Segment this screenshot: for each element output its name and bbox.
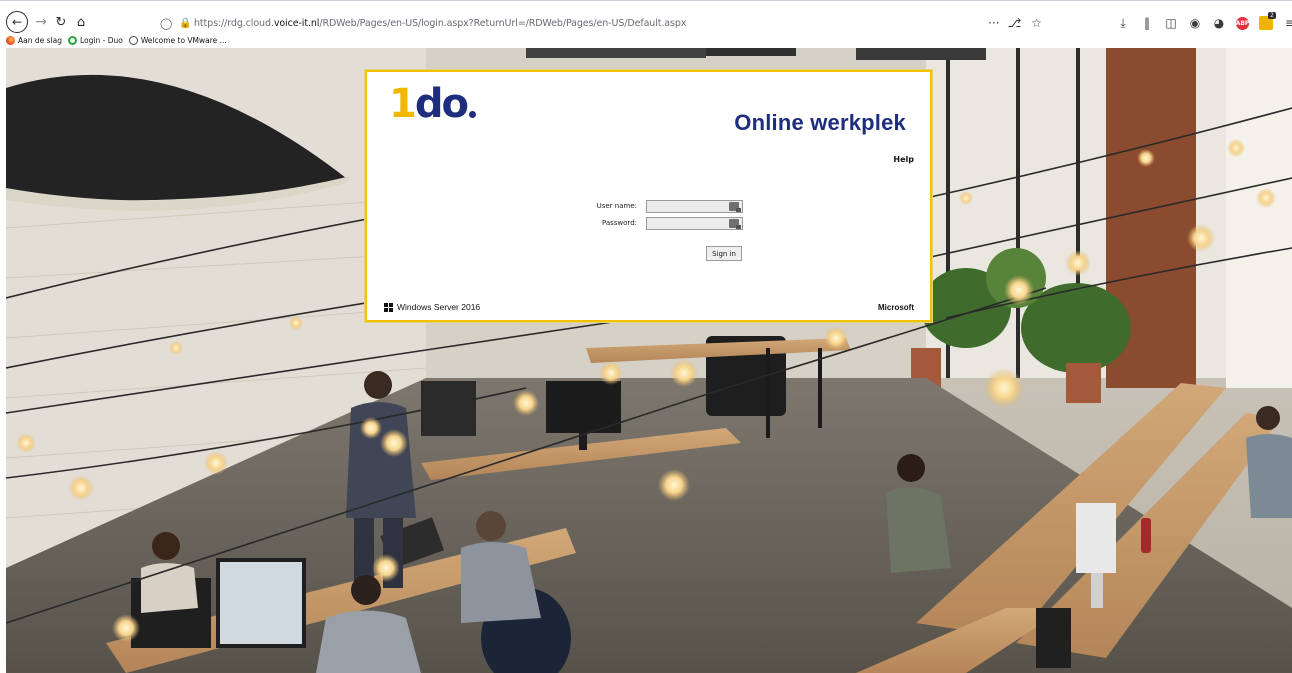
tracking-shield-icon[interactable]: ◯ <box>160 17 172 30</box>
back-arrow-icon[interactable]: ← <box>6 11 28 33</box>
menu-icon[interactable]: ≡ <box>1283 16 1292 30</box>
firefox-favicon-icon <box>6 36 15 45</box>
keyboard-icon <box>729 202 741 212</box>
duo-favicon-icon <box>67 36 77 45</box>
username-row: User name: <box>367 200 930 214</box>
microsoft-brand: Microsoft <box>878 303 914 312</box>
address-bar[interactable]: ◯ 🔒 https://rdg.cloud.voice-it.nl/RDWeb/… <box>160 14 1050 32</box>
windows-logo-icon <box>384 302 393 312</box>
account-icon[interactable]: ◉ <box>1188 16 1202 30</box>
browser-toolbar: ← → ↻ ⌂ ◯ 🔒 https://rdg.cloud.voice-it.n… <box>0 0 1292 34</box>
product-name: Windows Server 2016 <box>397 302 481 312</box>
adblock-icon[interactable]: ABP <box>1236 16 1249 30</box>
firefox-icon[interactable]: ◕ <box>1212 16 1226 30</box>
page-content: 1 do Online werkplek Help User name: Pass… <box>6 48 1292 673</box>
company-logo: 1 do <box>389 84 476 124</box>
page-actions-icon[interactable]: ··· <box>988 16 999 30</box>
home-icon[interactable]: ⌂ <box>73 12 89 32</box>
url-actions: ··· ⎇ ☆ <box>988 14 1043 32</box>
keyboard-icon <box>729 219 741 229</box>
sidebar-icon[interactable]: ◫ <box>1164 16 1178 30</box>
bookmark-vmware[interactable]: Welcome to VMware ... <box>128 36 227 45</box>
portal-title: Online werkplek <box>734 110 906 135</box>
login-panel: 1 do Online werkplek Help User name: Pass… <box>365 70 932 322</box>
sign-in-button[interactable]: Sign in <box>706 246 742 261</box>
help-link[interactable]: Help <box>893 155 914 164</box>
extension-icon[interactable]: 2 <box>1259 12 1276 30</box>
password-label: Password: <box>601 219 637 227</box>
username-label: User name: <box>596 202 637 210</box>
toolbar-extensions: ⤓ ‖ ◫ ◉ ◕ ABP 2 ≡ <box>1116 12 1292 33</box>
browser-window: ← → ↻ ⌂ ◯ 🔒 https://rdg.cloud.voice-it.n… <box>0 0 1292 673</box>
password-row: Password: <box>367 217 930 231</box>
reload-icon[interactable]: ↻ <box>53 12 69 32</box>
downloads-icon[interactable]: ⤓ <box>1116 16 1130 30</box>
bookmark-aan-de-slag[interactable]: Aan de slag <box>6 36 62 45</box>
url-text[interactable]: https://rdg.cloud.voice-it.nl/RDWeb/Page… <box>194 18 686 29</box>
bookmarks-bar: Aan de slag Login - Duo Welcome to VMwar… <box>0 34 1292 47</box>
forward-arrow-icon[interactable]: → <box>33 12 49 32</box>
globe-favicon-icon <box>128 36 138 45</box>
library-icon[interactable]: ‖ <box>1140 16 1154 30</box>
bookmark-star-icon[interactable]: ☆ <box>1029 16 1043 30</box>
bookmark-login-duo[interactable]: Login - Duo <box>67 36 123 45</box>
pocket-icon[interactable]: ⎇ <box>1007 16 1022 30</box>
lock-icon[interactable]: 🔒 <box>179 18 191 29</box>
windows-server-brand: Windows Server 2016 <box>384 302 480 312</box>
logo-dot <box>468 111 476 118</box>
